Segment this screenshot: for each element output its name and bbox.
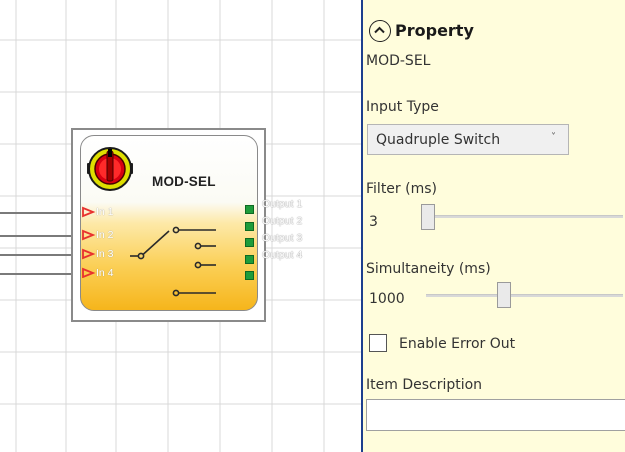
input-port-4-label: In 4	[96, 267, 114, 279]
property-header-title: Property	[395, 21, 474, 40]
input-type-value: Quadruple Switch	[376, 132, 501, 148]
enable-error-out-checkbox[interactable]	[369, 334, 387, 352]
property-panel: Property MOD-SEL Input Type Quadruple Sw…	[363, 0, 625, 452]
design-canvas[interactable]: MOD-SEL In 1 In 2 In 3 In 4 Output 1 Out…	[0, 0, 361, 452]
block-title: MOD-SEL	[152, 174, 216, 189]
simultaneity-value: 1000	[369, 291, 405, 307]
enable-error-out-label: Enable Error Out	[399, 336, 516, 352]
output-port-1-label: Output 1	[262, 198, 303, 210]
input-port-4-marker	[82, 267, 96, 278]
output-port-1[interactable]	[245, 205, 254, 214]
output-port-3-label: Output 3	[262, 232, 303, 244]
output-port-4-label: Output 4	[262, 249, 303, 261]
input-port-2-marker	[82, 229, 96, 241]
output-port-2-label: Output 2	[262, 215, 303, 227]
rotary-selector-icon	[87, 147, 133, 191]
chevron-up-circle-icon[interactable]	[369, 20, 391, 42]
input-type-select[interactable]: Quadruple Switch ˅	[367, 124, 569, 155]
filter-slider-track[interactable]	[423, 215, 623, 218]
chevron-down-icon: ˅	[551, 132, 556, 143]
input-port-1-label: In 1	[96, 206, 114, 218]
input-port-markers	[82, 206, 96, 278]
filter-slider-thumb[interactable]	[421, 204, 435, 230]
simultaneity-slider-thumb[interactable]	[497, 282, 511, 308]
item-description-label: Item Description	[366, 377, 483, 393]
filter-value: 3	[369, 214, 378, 230]
simultaneity-label: Simultaneity (ms)	[366, 261, 491, 277]
input-port-3-label: In 3	[96, 248, 114, 260]
input-port-1-marker	[82, 206, 96, 218]
output-port-4[interactable]	[245, 255, 254, 264]
block-name-label: MOD-SEL	[366, 53, 431, 69]
input-port-3-marker	[82, 248, 96, 260]
output-port-5[interactable]	[245, 271, 254, 280]
simultaneity-slider-track[interactable]	[426, 294, 623, 297]
input-type-label: Input Type	[366, 99, 439, 115]
output-port-2[interactable]	[245, 222, 254, 231]
input-port-2-label: In 2	[96, 229, 114, 241]
item-description-input[interactable]	[366, 399, 625, 431]
output-port-3[interactable]	[245, 238, 254, 247]
filter-label: Filter (ms)	[366, 181, 437, 197]
selector-switch-symbol	[130, 226, 216, 297]
